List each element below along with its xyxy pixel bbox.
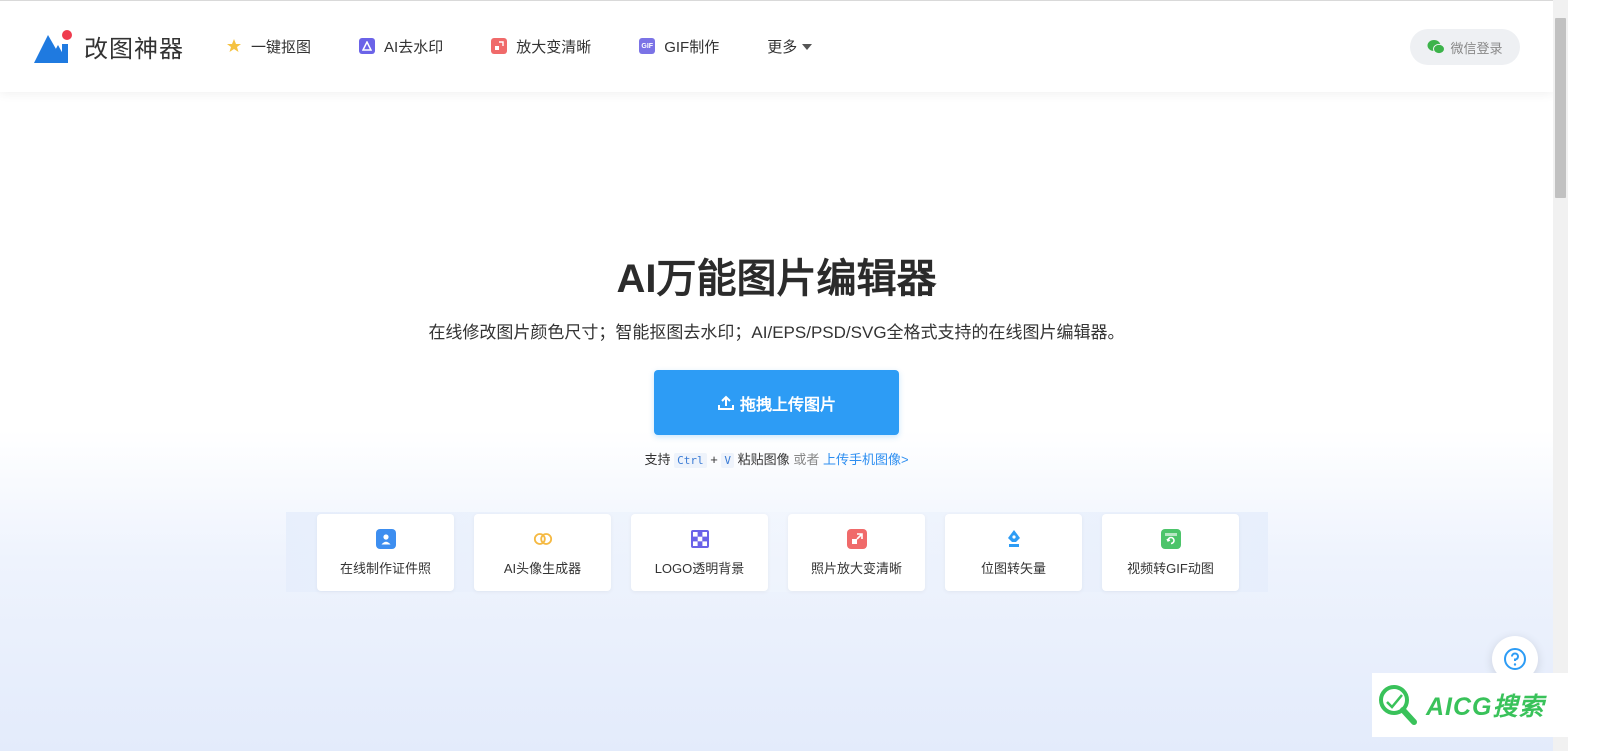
paste-hint: 支持 Ctrl + V 粘贴图像 或者 上传手机图像>: [0, 449, 1553, 468]
tool-card-avatar[interactable]: AI头像生成器: [474, 514, 611, 591]
id-photo-icon: [375, 529, 396, 549]
hint-or: 或者: [793, 452, 820, 467]
tool-card-video-gif[interactable]: 视频转GIF动图: [1102, 514, 1239, 591]
tool-label: 在线制作证件照: [339, 561, 431, 576]
question-icon: [1504, 648, 1526, 670]
tool-label: 照片放大变清晰: [810, 561, 902, 576]
tool-label: AI头像生成器: [503, 561, 582, 576]
magic-wand-icon: [226, 38, 242, 54]
enlarge-icon: [491, 38, 508, 54]
search-magnifier-icon: [1379, 685, 1417, 725]
nav-label: 更多: [767, 38, 798, 56]
site-logo[interactable]: 改图神器: [34, 27, 184, 65]
nav-item-cutout[interactable]: 一键抠图: [226, 34, 311, 58]
watermark-text: AICG搜索: [1426, 693, 1545, 721]
nav-item-gif[interactable]: GIF GIF制作: [639, 34, 719, 58]
hint-plus: +: [710, 452, 718, 467]
nav-item-enlarge[interactable]: 放大变清晰: [491, 34, 591, 58]
tool-card-id-photo[interactable]: 在线制作证件照: [317, 514, 454, 591]
watermark-icon: [359, 38, 376, 54]
transparent-grid-icon: [690, 529, 710, 549]
logo-text: 改图神器: [84, 35, 184, 63]
hint-suffix: 粘贴图像: [737, 452, 790, 467]
tool-card-logo-transparent[interactable]: LOGO透明背景: [631, 514, 768, 591]
page-title: AI万能图片编辑器: [616, 257, 937, 301]
tool-card-vectorize[interactable]: 位图转矢量: [945, 514, 1082, 591]
main-nav: 一键抠图 AI去水印 放大变清晰 GIF GIF制作 更多: [226, 34, 860, 58]
aicg-watermark: AICG搜索: [1372, 673, 1568, 737]
gif-icon: GIF: [639, 38, 656, 54]
nav-item-more[interactable]: 更多: [767, 34, 813, 58]
tool-card-enlarge[interactable]: 照片放大变清晰: [788, 514, 925, 591]
kbd-v: V: [721, 453, 735, 468]
nav-label: 一键抠图: [251, 38, 312, 56]
kbd-ctrl: Ctrl: [674, 453, 707, 468]
avatar-generator-icon: [533, 529, 553, 549]
tool-label: 位图转矢量: [980, 561, 1046, 576]
nav-label: GIF制作: [664, 38, 720, 56]
video-gif-icon: [1160, 529, 1181, 549]
logo-icon: [34, 30, 72, 63]
enlarge-icon: [846, 529, 867, 549]
chevron-down-icon: [802, 44, 813, 50]
page-subtitle: 在线修改图片颜色尺寸；智能抠图去水印；AI/EPS/PSD/SVG全格式支持的在…: [428, 323, 1125, 342]
wechat-icon: [1427, 40, 1446, 55]
nav-label: AI去水印: [384, 38, 444, 56]
upload-icon: [717, 395, 734, 410]
tool-label: LOGO透明背景: [654, 561, 745, 576]
tool-label: 视频转GIF动图: [1127, 561, 1214, 576]
upload-label: 拖拽上传图片: [739, 396, 836, 414]
wechat-login-button[interactable]: 微信登录: [1410, 29, 1520, 65]
hint-prefix: 支持: [644, 452, 671, 467]
nav-item-ai-watermark[interactable]: AI去水印: [359, 34, 443, 58]
top-header: 改图神器 一键抠图 AI去水印 放大变清晰 GIF GIF制作 更多 微信登录: [0, 0, 1553, 92]
upload-phone-link[interactable]: 上传手机图像>: [823, 452, 909, 467]
pen-tool-icon: [1004, 529, 1024, 549]
login-label: 微信登录: [1450, 40, 1503, 56]
page-background: 改图神器 一键抠图 AI去水印 放大变清晰 GIF GIF制作 更多 微信登录 …: [0, 0, 1553, 751]
upload-image-button[interactable]: 拖拽上传图片: [654, 370, 899, 435]
nav-label: 放大变清晰: [516, 38, 592, 56]
scrollbar-thumb[interactable]: [1555, 18, 1566, 198]
